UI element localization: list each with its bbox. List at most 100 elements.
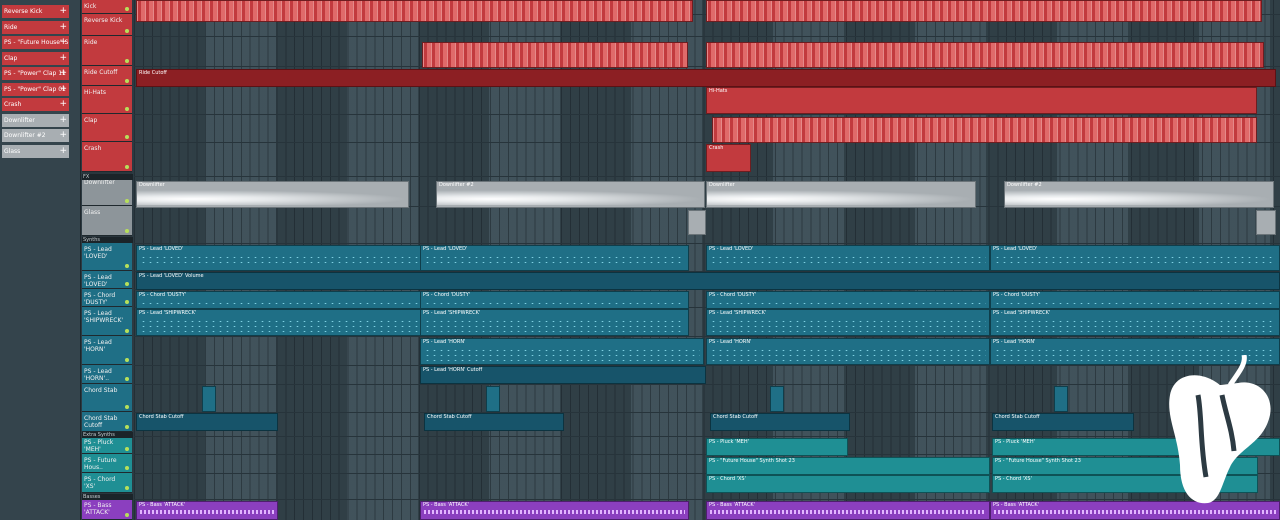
browser-item[interactable]: Clap <box>2 51 69 65</box>
chord-dusty-clip[interactable]: PS - Chord 'DUSTY' <box>420 291 689 309</box>
chord-stab-cutoff-clip[interactable]: Chord Stab Cutoff <box>424 413 564 431</box>
browser-item[interactable]: Crash <box>2 98 69 111</box>
section-basses[interactable]: Basses <box>82 494 133 500</box>
track-mute-led[interactable] <box>125 282 129 286</box>
track-mute-led[interactable] <box>125 425 129 429</box>
downlifter-clip[interactable]: Downlifter <box>136 181 409 208</box>
chord-stab-cutoff-clip[interactable]: Chord Stab Cutoff <box>710 413 850 431</box>
track-mute-led[interactable] <box>125 79 129 83</box>
chord-stab-clip[interactable] <box>202 386 216 412</box>
section-extra-synths[interactable]: Extra Synths <box>82 432 133 438</box>
lead-shipwreck-clip[interactable]: PS - Lead 'SHIPWRECK' <box>420 309 689 336</box>
track-header[interactable]: PS - Lead 'HORN'.. <box>82 365 132 384</box>
track-mute-led[interactable] <box>125 135 129 139</box>
track-header[interactable]: PS - Lead 'LOVED' <box>82 243 132 271</box>
chord-stab-clip[interactable] <box>486 386 500 412</box>
plus-icon[interactable] <box>59 67 67 80</box>
plus-icon[interactable] <box>59 21 67 34</box>
lead-horn-cutoff-clip[interactable]: PS - Lead 'HORN' Cutoff <box>420 366 706 384</box>
plus-icon[interactable] <box>59 129 67 142</box>
track-mute-led[interactable] <box>125 199 129 203</box>
pluck-meh-clip[interactable]: PS - Pluck 'MEH' <box>706 438 848 456</box>
chord-stab-cutoff-clip[interactable]: Chord Stab Cutoff <box>136 413 278 431</box>
glass-clip[interactable] <box>1256 210 1276 235</box>
ride-cutoff-clip[interactable]: Ride Cutoff <box>136 69 1276 87</box>
browser-item[interactable]: PS - "Power" Clap 11 <box>2 67 69 80</box>
track-mute-led[interactable] <box>125 107 129 111</box>
future-house-synth-clip[interactable]: PS - "Future House" Synth Shot 23 <box>706 457 990 475</box>
lead-shipwreck-clip[interactable]: PS - Lead 'SHIPWRECK' <box>706 309 990 336</box>
track-header[interactable]: PS - Pluck 'MEH' <box>82 436 132 454</box>
track-header[interactable]: PS - Bass 'ATTACK' <box>82 499 132 520</box>
downlifter2-clip[interactable]: Downlifter #2 <box>436 181 705 208</box>
plus-icon[interactable] <box>59 98 67 111</box>
browser-item[interactable]: PS - "Future House" S.. <box>2 36 69 49</box>
hihats-clip[interactable]: Hi-Hats <box>706 87 1257 114</box>
track-header[interactable]: Chord Stab Cutoff <box>82 412 132 432</box>
track-mute-led[interactable] <box>125 264 129 268</box>
track-mute-led[interactable] <box>125 405 129 409</box>
section-synths[interactable]: Synths <box>82 237 133 243</box>
clap-clip[interactable] <box>712 117 1257 143</box>
kick-clip[interactable] <box>136 0 693 22</box>
track-header[interactable]: PS - Chord 'XS' <box>82 473 132 493</box>
track-header[interactable]: Chord Stab <box>82 384 132 412</box>
track-header[interactable]: PS - Lead 'HORN' <box>82 336 132 365</box>
browser-item[interactable]: Ride <box>2 20 69 34</box>
plus-icon[interactable] <box>59 83 67 96</box>
lead-loved-clip[interactable]: PS - Lead 'LOVED' <box>990 245 1280 271</box>
lead-loved-clip[interactable]: PS - Lead 'LOVED' <box>420 245 689 271</box>
track-mute-led[interactable] <box>125 329 129 333</box>
plus-icon[interactable] <box>59 114 67 127</box>
track-header[interactable]: Hi-Hats <box>82 86 132 114</box>
plus-icon[interactable] <box>59 52 67 65</box>
chord-xs-clip[interactable]: PS - Chord 'XS' <box>706 475 990 493</box>
track-header[interactable]: Crash <box>82 142 132 172</box>
track-header[interactable]: Downlifter <box>82 176 132 206</box>
chord-dusty-clip[interactable]: PS - Chord 'DUSTY' <box>990 291 1280 309</box>
crash-clip[interactable]: Crash <box>706 144 751 172</box>
bass-attack-clip[interactable]: PS - Bass 'ATTACK' <box>706 501 990 520</box>
chord-dusty-clip[interactable]: PS - Chord 'DUSTY' <box>706 291 990 309</box>
lead-horn-clip[interactable]: PS - Lead 'HORN' <box>420 338 704 365</box>
downlifter-clip[interactable]: Downlifter <box>706 181 976 208</box>
lead-horn-clip[interactable]: PS - Lead 'HORN' <box>706 338 990 365</box>
downlifter2-clip[interactable]: Downlifter #2 <box>1004 181 1274 208</box>
track-header[interactable]: PS - Future Hous.. <box>82 454 132 473</box>
track-header[interactable]: PS - Chord 'DUSTY' <box>82 289 132 307</box>
track-mute-led[interactable] <box>125 358 129 362</box>
browser-item[interactable]: Glass <box>2 144 69 158</box>
track-mute-led[interactable] <box>125 300 129 304</box>
track-mute-led[interactable] <box>125 29 129 33</box>
glass-clip[interactable] <box>688 210 706 235</box>
section-fx[interactable]: FX <box>82 174 133 180</box>
track-header[interactable]: Clap <box>82 114 132 142</box>
track-mute-led[interactable] <box>125 7 129 11</box>
track-header[interactable]: PS - Lead 'LOVED' <box>82 271 132 289</box>
track-header[interactable]: PS - Lead 'SHIPWRECK' <box>82 307 132 336</box>
lead-loved-clip[interactable]: PS - Lead 'LOVED' <box>706 245 990 271</box>
track-mute-led[interactable] <box>125 165 129 169</box>
plus-icon[interactable] <box>59 145 67 158</box>
lead-shipwreck-clip[interactable]: PS - Lead 'SHIPWRECK' <box>990 309 1280 336</box>
track-mute-led[interactable] <box>125 229 129 233</box>
track-mute-led[interactable] <box>125 447 129 451</box>
track-header[interactable]: Ride Cutoff <box>82 66 132 86</box>
browser-item[interactable]: Downlifter <box>2 113 69 127</box>
track-header[interactable]: Ride <box>82 36 132 66</box>
bass-attack-clip[interactable]: PS - Bass 'ATTACK' <box>420 501 689 520</box>
track-header[interactable]: Kick <box>82 0 132 14</box>
browser-item[interactable]: Downlifter #2 <box>2 129 69 142</box>
plus-icon[interactable] <box>59 36 67 49</box>
track-mute-led[interactable] <box>125 513 129 517</box>
lead-loved-volume-clip[interactable]: PS - Lead 'LOVED' Volume <box>136 272 1280 290</box>
kick-clip[interactable] <box>706 0 1262 22</box>
plus-icon[interactable] <box>59 5 67 18</box>
browser-item[interactable]: PS - "Power" Clap 01 <box>2 82 69 96</box>
chord-stab-clip[interactable] <box>770 386 784 412</box>
ride-clip[interactable] <box>706 42 1264 68</box>
track-mute-led[interactable] <box>125 377 129 381</box>
chord-stab-cutoff-clip[interactable]: Chord Stab Cutoff <box>992 413 1134 431</box>
playlist-grid[interactable]: Ride Cutoff Hi-Hats Crash Downlifter Dow… <box>134 0 1280 520</box>
chord-stab-clip[interactable] <box>1054 386 1068 412</box>
